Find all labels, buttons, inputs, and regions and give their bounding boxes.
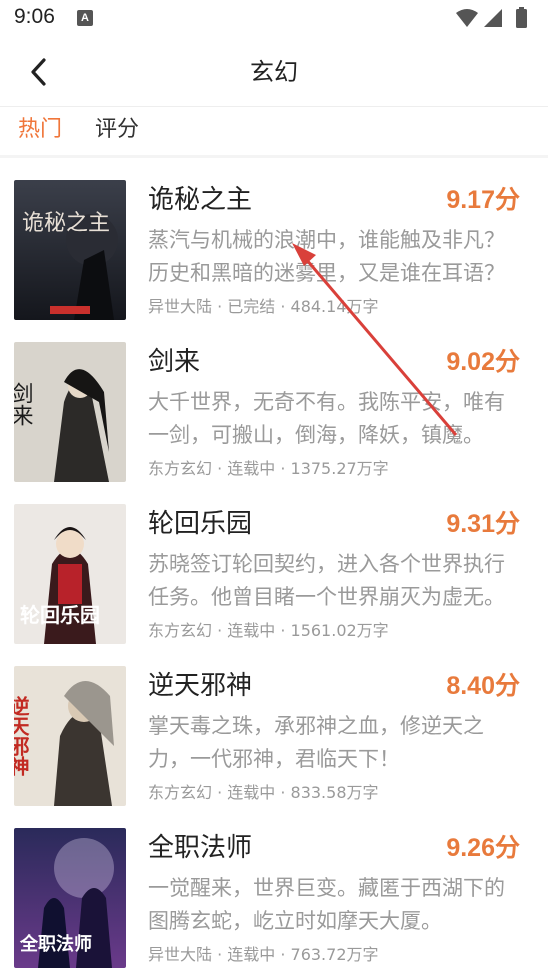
book-meta: 东方玄幻 · 连载中 · 1561.02万字 (148, 621, 389, 640)
book-title: 轮回乐园 (148, 509, 253, 539)
book-item[interactable]: 剑来 剑来 9.02分 大千世界，无奇不有。我陈平安，唯有一剑，可搬山，倒海，降… (0, 320, 548, 482)
cover-title-text: 逆天邪神 (14, 695, 30, 777)
cover-title-text: 剑来 (14, 382, 34, 426)
book-meta: 东方玄幻 · 连载中 · 833.58万字 (148, 783, 379, 802)
book-meta: 异世大陆 · 已完结 · 484.14万字 (148, 297, 379, 316)
book-item[interactable]: 轮回乐园 轮回乐园 9.31分 苏晓签订轮回契约，进入各个世界执行任务。他曾目睹… (0, 482, 548, 644)
app-header: 玄幻 (0, 36, 548, 106)
book-score: 9.31分 (446, 510, 520, 538)
book-title: 剑来 (148, 347, 201, 377)
cover-title-text: 诡秘之主 (22, 211, 110, 236)
book-score: 9.26分 (446, 834, 520, 862)
book-description: 苏晓签订轮回契约，进入各个世界执行任务。他曾目睹一个世界崩灭为虚无。 (148, 552, 505, 609)
signal-icon (484, 9, 502, 27)
cover-title-text: 轮回乐园 (20, 603, 100, 627)
book-title: 逆天邪神 (148, 671, 253, 701)
book-score: 9.17分 (446, 186, 520, 214)
book-description: 蒸汽与机械的浪潮中，谁能触及非凡？历史和黑暗的迷雾里，又是谁在耳语？ (148, 228, 505, 285)
page-title: 玄幻 (250, 58, 298, 86)
book-meta: 异世大陆 · 连载中 · 763.72万字 (148, 945, 379, 964)
book-cover: 轮回乐园 (14, 504, 126, 644)
book-cover: 诡秘之主 (14, 180, 126, 320)
notification-icon: A (77, 10, 93, 26)
book-title: 诡秘之主 (148, 185, 253, 215)
book-cover: 逆天邪神 (14, 666, 126, 806)
book-title: 全职法师 (148, 833, 253, 863)
book-score: 8.40分 (446, 672, 520, 700)
book-item[interactable]: 诡秘之主 诡秘之主 9.17分 蒸汽与机械的浪潮中，谁能触及非凡？历史和黑暗的迷… (0, 158, 548, 320)
book-description: 大千世界，无奇不有。我陈平安，唯有一剑，可搬山，倒海，降妖，镇魔。 (148, 390, 505, 447)
cover-title-text: 全职法师 (19, 933, 92, 955)
battery-icon (516, 9, 527, 28)
book-score: 9.02分 (446, 348, 520, 376)
wifi-icon (456, 9, 478, 27)
book-item[interactable]: 全职法师 全职法师 9.26分 一觉醒来，世界巨变。藏匿于西湖下的图腾玄蛇，屹立… (0, 806, 548, 968)
book-description: 掌天毒之珠，承邪神之血，修逆天之力，一代邪神，君临天下！ (148, 714, 484, 771)
book-cover: 全职法师 (14, 828, 126, 968)
tab-hot[interactable]: 热门 (18, 115, 62, 145)
book-item[interactable]: 逆天邪神 逆天邪神 8.40分 掌天毒之珠，承邪神之血，修逆天之力，一代邪神，君… (0, 644, 548, 806)
status-time: 9:06 (14, 5, 55, 28)
sort-tabs: 热门 评分 (0, 106, 548, 155)
book-description: 一觉醒来，世界巨变。藏匿于西湖下的图腾玄蛇，屹立时如摩天大厦。 (148, 876, 505, 933)
tab-score[interactable]: 评分 (95, 115, 139, 145)
book-list: 诡秘之主 诡秘之主 9.17分 蒸汽与机械的浪潮中，谁能触及非凡？历史和黑暗的迷… (0, 158, 548, 974)
status-bar: 9:06 A (0, 0, 548, 36)
system-icons (454, 7, 534, 33)
book-cover: 剑来 (14, 342, 126, 482)
book-meta: 东方玄幻 · 连载中 · 1375.27万字 (148, 459, 389, 478)
